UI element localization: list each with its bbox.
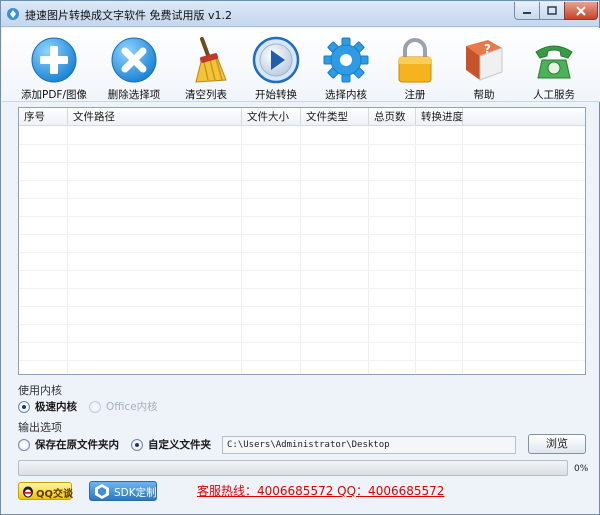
start-convert-button[interactable]: 开始转换 <box>238 28 314 101</box>
x-circle-icon <box>111 37 157 83</box>
engine-section-label: 使用内核 <box>18 384 62 397</box>
file-list-table[interactable]: 序号 文件路径 文件大小 文件类型 总页数 转换进度 <box>18 107 586 375</box>
register-button[interactable]: 注册 <box>377 28 453 101</box>
svg-text:?: ? <box>484 42 491 56</box>
minimize-icon <box>523 11 531 14</box>
select-engine-button[interactable]: 选择内核 <box>308 28 384 101</box>
gear-icon <box>323 37 369 83</box>
clear-list-label: 清空列表 <box>185 89 227 101</box>
delete-selected-label: 删除选择项 <box>107 89 161 101</box>
window-title: 捷速图片转换成文字软件 免费试用版 v1.2 <box>25 9 232 22</box>
help-book-icon: ? <box>466 40 503 81</box>
sdk-customize-label: SDK定制 <box>114 487 157 499</box>
grid-row-line <box>19 288 585 289</box>
delete-selected-button[interactable]: 删除选择项 <box>96 28 172 101</box>
grid-column-line <box>241 126 242 374</box>
output-custom-folder-label: 自定义文件夹 <box>148 439 211 451</box>
grid-column-line <box>368 126 369 374</box>
grid-column-line <box>462 126 463 374</box>
add-pdf-image-button[interactable]: 添加PDF/图像 <box>16 28 92 101</box>
app-logo-icon <box>7 8 19 20</box>
radio-selected-icon <box>131 438 143 451</box>
app-window: 捷速图片转换成文字软件 免费试用版 v1.2 添加PDF/图像 删除选择项 清空… <box>0 0 600 515</box>
output-section-label: 输出选项 <box>18 421 62 434</box>
play-circle-icon <box>252 36 300 84</box>
column-header-pages[interactable]: 总页数 <box>369 108 416 126</box>
phone-icon <box>535 45 573 79</box>
grid-row-line <box>19 270 585 271</box>
column-header-progress[interactable]: 转换进度 <box>416 108 463 126</box>
grid-row-line <box>19 180 585 181</box>
maximize-button[interactable] <box>539 2 565 20</box>
minimize-button[interactable] <box>514 2 540 20</box>
grid-row-line <box>19 198 585 199</box>
qq-chat-label: QQ交谈 <box>36 489 74 500</box>
browse-button[interactable]: 浏览 <box>528 434 586 454</box>
progress-percent-text: 0% <box>574 464 589 474</box>
customer-hotline-link[interactable]: 客服热线：4006685572 QQ：4006685572 <box>197 482 444 499</box>
grid-row-line <box>19 234 585 235</box>
grid-row-line <box>19 324 585 325</box>
register-label: 注册 <box>404 89 426 101</box>
help-button[interactable]: ? 帮助 <box>446 28 522 101</box>
engine-fast-radio[interactable]: 极速内核 <box>18 399 77 414</box>
human-service-label: 人工服务 <box>533 89 575 101</box>
table-header: 序号 文件路径 文件大小 文件类型 总页数 转换进度 <box>19 108 585 126</box>
radio-unselected-icon <box>89 400 101 413</box>
lock-icon <box>398 38 432 83</box>
grid-column-line <box>415 126 416 374</box>
engine-office-label: Office内核 <box>106 401 158 413</box>
sdk-customize-button[interactable]: SDK定制 <box>89 481 157 501</box>
output-path-field[interactable]: C:\Users\Administrator\Desktop <box>222 436 516 454</box>
grid-row-line <box>19 306 585 307</box>
clear-list-button[interactable]: 清空列表 <box>168 28 244 101</box>
sdk-logo-icon <box>95 484 109 499</box>
grid-row-line <box>19 360 585 361</box>
conversion-progress-bar <box>18 460 568 476</box>
broom-icon <box>195 37 227 83</box>
close-button[interactable] <box>564 2 598 20</box>
engine-office-radio[interactable]: Office内核 <box>89 399 158 414</box>
engine-fast-label: 极速内核 <box>35 401 77 413</box>
radio-unselected-icon <box>18 438 30 451</box>
qq-penguin-icon <box>23 486 33 498</box>
column-header-type[interactable]: 文件类型 <box>301 108 369 126</box>
human-service-button[interactable]: 人工服务 <box>516 28 592 101</box>
grid-row-line <box>19 162 585 163</box>
grid-row-line <box>19 252 585 253</box>
toolbar: 添加PDF/图像 删除选择项 清空列表 开始转换 选择内核 注册 ? 帮助 人工… <box>2 28 600 102</box>
output-custom-folder-radio[interactable]: 自定义文件夹 <box>131 437 211 452</box>
column-header-size[interactable]: 文件大小 <box>242 108 301 126</box>
qq-chat-button[interactable]: QQ交谈 <box>18 482 74 500</box>
plus-circle-icon <box>31 37 77 83</box>
grid-row-line <box>19 216 585 217</box>
close-icon <box>576 5 586 16</box>
output-original-folder-label: 保存在原文件夹内 <box>35 439 119 451</box>
column-header-index[interactable]: 序号 <box>19 108 68 126</box>
maximize-icon <box>547 6 557 15</box>
start-convert-label: 开始转换 <box>255 89 297 101</box>
grid-row-line <box>19 144 585 145</box>
radio-selected-icon <box>18 400 30 413</box>
output-original-folder-radio[interactable]: 保存在原文件夹内 <box>18 437 119 452</box>
select-engine-label: 选择内核 <box>325 89 367 101</box>
title-bar[interactable]: 捷速图片转换成文字软件 免费试用版 v1.2 <box>1 1 599 27</box>
grid-row-line <box>19 342 585 343</box>
grid-column-line <box>300 126 301 374</box>
grid-column-line <box>67 126 68 374</box>
column-header-path[interactable]: 文件路径 <box>68 108 242 126</box>
add-pdf-image-label: 添加PDF/图像 <box>21 89 87 101</box>
help-label: 帮助 <box>473 89 495 101</box>
